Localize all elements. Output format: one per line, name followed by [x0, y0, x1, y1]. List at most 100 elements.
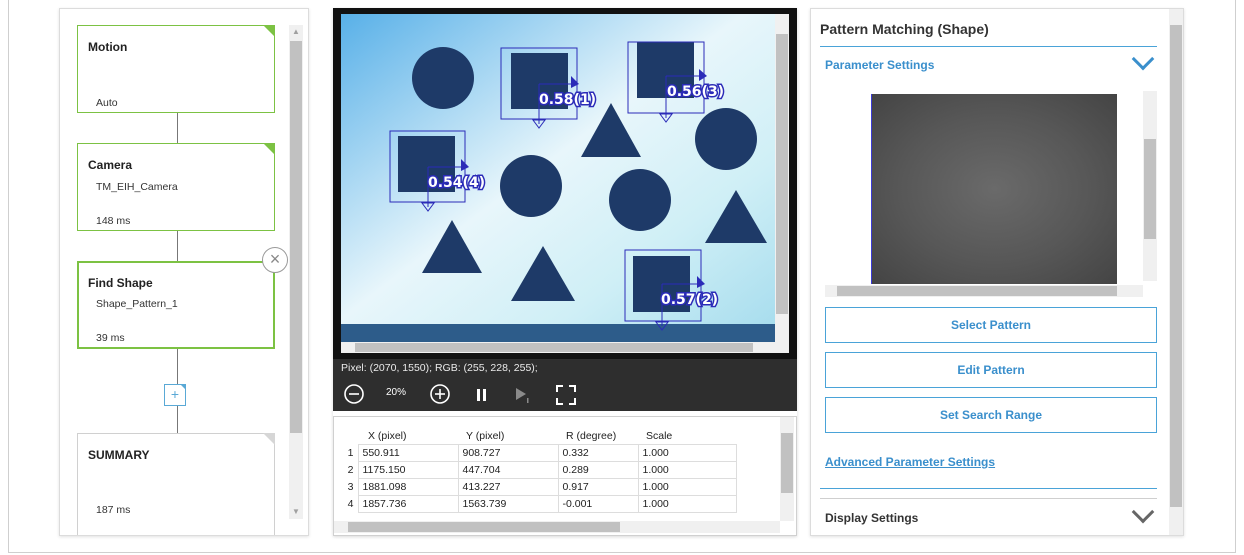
cell-x: 1175.150 — [357, 460, 459, 479]
step-forward-icon[interactable] — [514, 386, 532, 404]
scroll-thumb[interactable] — [290, 41, 302, 433]
scroll-thumb[interactable] — [1170, 25, 1182, 507]
flow-node-summary[interactable]: SUMMARY 187 ms — [77, 433, 275, 535]
pause-icon[interactable] — [476, 388, 488, 402]
divider — [820, 498, 1157, 499]
cell-x: 1881.098 — [357, 477, 459, 496]
advanced-parameter-settings-link[interactable]: Advanced Parameter Settings — [825, 455, 995, 469]
cell-x: 1857.736 — [357, 494, 459, 513]
cell-y: 413.227 — [457, 477, 559, 496]
row-index: 4 — [347, 497, 354, 510]
results-table: X (pixel) Y (pixel) R (degree) Scale 1 5… — [334, 429, 737, 513]
divider — [820, 46, 1157, 47]
pattern-hscrollbar[interactable] — [825, 285, 1143, 297]
flow-scrollbar[interactable]: ▲ ▼ — [289, 25, 303, 519]
flow-node-find-shape[interactable]: Find Shape Shape_Pattern_1 39 ms — [77, 261, 275, 349]
scroll-thumb[interactable] — [781, 433, 793, 493]
node-time: 39 ms — [96, 332, 125, 344]
cell-scale: 1.000 — [637, 477, 737, 496]
chevron-down-icon[interactable] — [1131, 500, 1155, 524]
cell-y: 908.727 — [457, 443, 559, 462]
scroll-thumb[interactable] — [348, 522, 620, 532]
scroll-down-icon[interactable]: ▼ — [289, 505, 303, 519]
zoom-out-icon[interactable] — [343, 383, 365, 405]
zoom-in-icon[interactable] — [429, 383, 451, 405]
cell-r: 0.917 — [557, 477, 639, 496]
table-header-index — [334, 429, 358, 444]
flow-connector — [177, 231, 178, 261]
match-score-label: 0.57(2) — [661, 292, 718, 308]
settings-scrollbar[interactable] — [1169, 9, 1183, 535]
settings-panel: Pattern Matching (Shape) Parameter Setti… — [810, 8, 1184, 536]
scroll-up-icon[interactable]: ▲ — [289, 25, 303, 39]
node-detail: TM_EIH_Camera — [96, 181, 178, 193]
node-corner-marker — [263, 25, 275, 37]
cell-r: 0.289 — [557, 460, 639, 479]
circle-shape — [500, 155, 562, 217]
node-time: 187 ms — [96, 504, 131, 516]
match-score-label: 0.56(3) — [667, 84, 724, 100]
circle-shape — [695, 108, 757, 170]
node-corner-marker — [263, 433, 275, 445]
image-vscrollbar[interactable] — [775, 14, 789, 342]
flow-connector — [177, 113, 178, 143]
viewer-toolbar: Pixel: (2070, 1550); RGB: (255, 228, 255… — [333, 359, 797, 411]
parameter-settings-header[interactable]: Parameter Settings — [825, 58, 934, 72]
table-header-scale: Scale — [646, 430, 673, 443]
table-header-x: X (pixel) — [368, 430, 407, 443]
image-viewer: 0.58(1) 0.56(3) 0.54(4) 0.57(2) — [333, 8, 797, 359]
flow-node-motion[interactable]: Motion Auto — [77, 25, 275, 113]
close-node-icon[interactable]: × — [262, 247, 288, 273]
flow-node-camera[interactable]: Camera TM_EIH_Camera 148 ms — [77, 143, 275, 231]
image-hscrollbar[interactable] — [341, 342, 789, 353]
edit-pattern-button[interactable]: Edit Pattern — [825, 352, 1157, 388]
node-corner-marker — [263, 143, 275, 155]
cell-y: 447.704 — [457, 460, 559, 479]
scroll-thumb[interactable] — [776, 34, 788, 314]
set-search-range-button[interactable]: Set Search Range — [825, 397, 1157, 433]
row-index: 2 — [347, 463, 354, 476]
fullscreen-icon[interactable] — [555, 384, 577, 406]
scroll-thumb[interactable] — [1144, 139, 1156, 239]
select-pattern-button[interactable]: Select Pattern — [825, 307, 1157, 343]
cell-x: 550.911 — [357, 443, 459, 462]
table-row[interactable]: 1 550.911 908.727 0.332 1.000 — [334, 443, 737, 462]
node-title: Find Shape — [88, 276, 153, 290]
table-row[interactable]: 3 1881.098 413.227 0.917 1.000 — [334, 477, 737, 496]
node-detail: Shape_Pattern_1 — [96, 298, 178, 310]
add-node-icon[interactable]: + — [164, 384, 186, 406]
pattern-preview — [825, 91, 1157, 297]
table-row[interactable]: 4 1857.736 1563.739 -0.001 1.000 — [334, 494, 737, 513]
divider — [820, 488, 1157, 489]
cell-r: 0.332 — [557, 443, 639, 462]
camera-image[interactable]: 0.58(1) 0.56(3) 0.54(4) 0.57(2) — [341, 14, 789, 353]
cell-scale: 1.000 — [637, 443, 737, 462]
cell-scale: 1.000 — [637, 494, 737, 513]
table-header-y: Y (pixel) — [466, 430, 505, 443]
circle-shape — [609, 169, 671, 231]
table-row[interactable]: 2 1175.150 447.704 0.289 1.000 — [334, 460, 737, 479]
panel-title: Pattern Matching (Shape) — [820, 21, 989, 37]
node-time: 148 ms — [96, 215, 131, 227]
cell-r: -0.001 — [557, 494, 639, 513]
match-score-label: 0.54(4) — [428, 175, 485, 191]
table-vscrollbar[interactable] — [780, 417, 794, 521]
scroll-thumb[interactable] — [837, 286, 1117, 296]
camera-image-svg: 0.58(1) 0.56(3) 0.54(4) 0.57(2) — [341, 14, 789, 353]
scroll-thumb[interactable] — [355, 343, 753, 352]
table-header-r: R (degree) — [566, 430, 617, 443]
match-score-label: 0.58(1) — [539, 92, 596, 108]
table-hscrollbar[interactable] — [334, 521, 780, 533]
node-title: SUMMARY — [88, 448, 150, 462]
node-title: Motion — [88, 40, 128, 54]
results-table-panel: X (pixel) Y (pixel) R (degree) Scale 1 5… — [333, 416, 797, 536]
node-time: Auto — [96, 97, 118, 109]
zoom-level: 20% — [386, 387, 407, 398]
node-title: Camera — [88, 158, 133, 172]
pattern-image — [871, 94, 1117, 284]
flow-panel: Motion Auto Camera TM_EIH_Camera 148 ms … — [59, 8, 309, 536]
chevron-down-icon[interactable] — [1131, 47, 1155, 71]
row-index: 1 — [347, 446, 354, 459]
pattern-vscrollbar[interactable] — [1143, 91, 1157, 281]
display-settings-header[interactable]: Display Settings — [825, 511, 918, 525]
